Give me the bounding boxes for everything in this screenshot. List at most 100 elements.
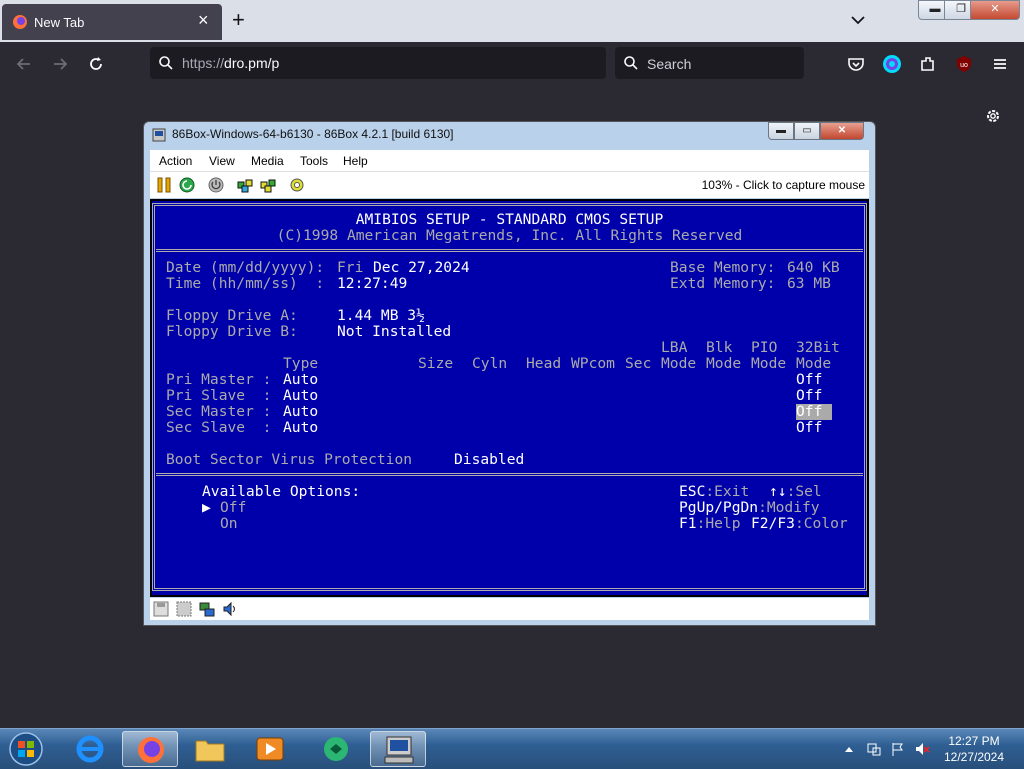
- sound-icon[interactable]: [222, 601, 238, 617]
- taskbar-86box[interactable]: [370, 731, 426, 767]
- vm-maximize-button[interactable]: ▭: [794, 122, 820, 140]
- virus-protection-value[interactable]: Disabled: [454, 452, 524, 468]
- settings-icon[interactable]: [289, 177, 305, 193]
- taskbar-firefox[interactable]: [122, 731, 178, 767]
- extd-memory-label: Extd Memory:: [670, 275, 776, 292]
- search-input[interactable]: [645, 47, 799, 81]
- header-pio-top: PIO: [751, 339, 778, 356]
- folder-icon: [195, 740, 225, 762]
- drive-type[interactable]: Auto: [283, 372, 318, 388]
- devices-tray-icon[interactable]: [866, 741, 882, 757]
- header-blk-mode: Mode: [706, 355, 742, 372]
- bios-title: AMIBIOS SETUP - STANDARD CMOS SETUP: [355, 211, 664, 228]
- forward-arrow-icon[interactable]: [50, 54, 70, 74]
- new-tab-button[interactable]: +: [232, 8, 245, 32]
- 86box-app-icon: [152, 128, 166, 142]
- close-tab-icon[interactable]: ×: [198, 11, 209, 29]
- help-select: ↑↓:Sel: [769, 483, 822, 500]
- vm-menubar: Action View Media Tools Help: [150, 150, 869, 172]
- drive-type[interactable]: Auto: [283, 420, 318, 436]
- menu-tools[interactable]: Tools: [300, 154, 328, 168]
- option-item[interactable]: Off: [220, 500, 246, 516]
- search-icon: [159, 56, 173, 70]
- drive-32bit-mode[interactable]: Off: [796, 372, 822, 388]
- time-label: Time (hh/mm/ss) :: [166, 275, 325, 292]
- ctrl-alt-del-icon[interactable]: [237, 177, 253, 193]
- power-icon[interactable]: [208, 177, 224, 193]
- capture-mouse-hint[interactable]: 103% - Click to capture mouse: [702, 178, 865, 192]
- header-lba-mode: Mode: [661, 355, 697, 372]
- ublock-origin-icon[interactable]: uo: [954, 54, 974, 74]
- drive-label: Sec Master :: [166, 403, 272, 420]
- vm-window: 86Box-Windows-64-b6130 - 86Box 4.2.1 [bu…: [143, 121, 876, 626]
- extensions-icon[interactable]: [918, 54, 938, 74]
- vm-toolbar: 103% - Click to capture mouse: [150, 172, 869, 198]
- system-clock[interactable]: 12:27 PM 12/27/2024: [938, 733, 1010, 765]
- clock-time: 12:27 PM: [948, 734, 1000, 748]
- drive-type[interactable]: Auto: [283, 404, 318, 420]
- menu-view[interactable]: View: [209, 154, 235, 168]
- vm-close-button[interactable]: ✕: [820, 122, 864, 140]
- windows-start-button[interactable]: [6, 731, 46, 767]
- drive-32bit-mode[interactable]: Off: [796, 420, 822, 436]
- time-value[interactable]: 12:27:49: [337, 276, 407, 292]
- menu-action[interactable]: Action: [159, 154, 192, 168]
- taskbar-internet-explorer[interactable]: [62, 731, 118, 767]
- drive-32bit-mode[interactable]: Off: [796, 388, 822, 404]
- search-icon: [624, 56, 638, 70]
- back-arrow-icon[interactable]: [14, 54, 34, 74]
- network-icon[interactable]: [199, 601, 215, 617]
- header-sec: Sec: [625, 355, 652, 372]
- drive-type[interactable]: Auto: [283, 388, 318, 404]
- gear-icon[interactable]: [983, 106, 1003, 126]
- volume-muted-icon[interactable]: [914, 741, 930, 757]
- ctrl-alt-esc-icon[interactable]: [260, 177, 276, 193]
- vm-display[interactable]: AMIBIOS SETUP - STANDARD CMOS SETUP (C)1…: [150, 199, 869, 597]
- menu-media[interactable]: Media: [251, 154, 284, 168]
- header-pio-mode: Mode: [751, 355, 787, 372]
- extd-memory-value: 63 MB: [787, 275, 831, 292]
- vm-window-title: 86Box-Windows-64-b6130 - 86Box 4.2.1 [bu…: [172, 127, 454, 141]
- window-close-button[interactable]: ✕: [970, 0, 1020, 20]
- show-hidden-icons-chevron-icon[interactable]: [844, 741, 854, 757]
- account-icon[interactable]: [882, 54, 902, 74]
- drive-label: Sec Slave :: [166, 419, 272, 436]
- drive-32bit-mode-selected[interactable]: Off: [796, 404, 833, 420]
- browser-tab-new-tab[interactable]: New Tab ×: [2, 4, 222, 40]
- search-bar[interactable]: [615, 47, 804, 81]
- vm-minimize-button[interactable]: ▬: [768, 122, 794, 140]
- taskbar-file-explorer[interactable]: [182, 731, 238, 767]
- header-type: Type: [283, 355, 319, 372]
- floppy-b-label: Floppy Drive B:: [166, 323, 298, 340]
- 86box-app-icon: [384, 736, 414, 764]
- chevron-down-icon[interactable]: [848, 10, 868, 30]
- address-bar[interactable]: https://dro.pm/p: [150, 47, 606, 79]
- hamburger-menu-icon[interactable]: [990, 54, 1010, 74]
- taskbar-media-player[interactable]: [242, 731, 298, 767]
- browser-toolbar: https://dro.pm/p uo: [0, 42, 1024, 86]
- floppy-a-label: Floppy Drive A:: [166, 307, 298, 324]
- hard-reset-icon[interactable]: [179, 177, 195, 193]
- help-color: F2/F3:Color: [751, 515, 848, 532]
- floppy-b-value[interactable]: Not Installed: [337, 324, 451, 340]
- virus-protection-label: Boot Sector Virus Protection: [166, 451, 413, 468]
- taskbar-app[interactable]: [308, 731, 364, 767]
- browser-tab-strip: New Tab × + ▬ ❐ ✕: [0, 0, 1024, 42]
- floppy-drive-icon[interactable]: [153, 601, 169, 617]
- header-32bit-mode: Mode: [796, 355, 832, 372]
- option-item[interactable]: On: [220, 516, 238, 532]
- header-blk-top: Blk: [706, 339, 733, 356]
- reload-icon[interactable]: [86, 54, 106, 74]
- action-center-flag-icon[interactable]: [890, 741, 906, 757]
- pocket-icon[interactable]: [846, 54, 866, 74]
- menu-help[interactable]: Help: [343, 154, 368, 168]
- floppy-drive-b-icon[interactable]: [176, 601, 192, 617]
- clock-date: 12/27/2024: [943, 750, 1005, 764]
- help-f1: F1:Help: [679, 515, 741, 532]
- media-player-icon: [256, 737, 284, 761]
- header-cyln: Cyln: [472, 355, 508, 372]
- date-value[interactable]: Dec 27,2024: [373, 260, 470, 276]
- floppy-a-value[interactable]: 1.44 MB 3½: [337, 308, 425, 324]
- internet-explorer-icon: [76, 735, 104, 763]
- pause-icon[interactable]: [156, 177, 172, 193]
